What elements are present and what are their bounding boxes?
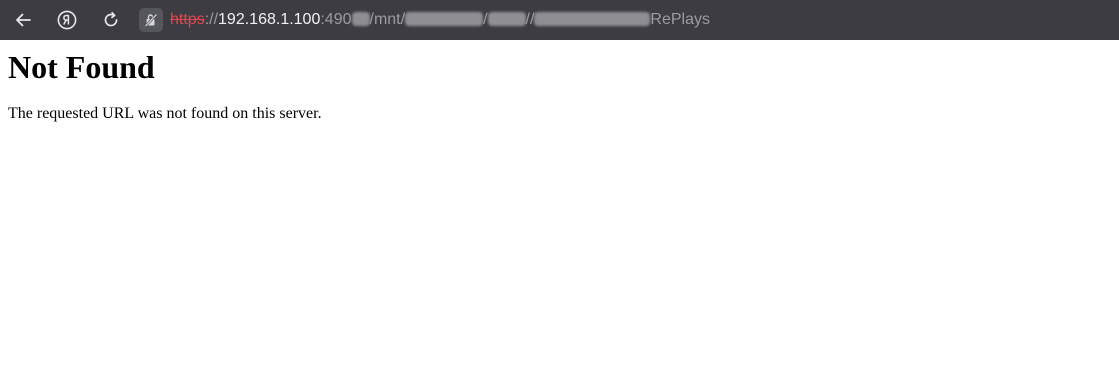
error-message: The requested URL was not found on this …	[8, 105, 322, 122]
url-separator: ://	[204, 11, 219, 28]
redacted-text	[534, 12, 651, 26]
back-button[interactable]	[9, 6, 37, 34]
redacted-text	[487, 12, 526, 26]
browser-toolbar: https://192.168.1.100:490/mnt////RePlays	[0, 0, 1119, 40]
page-content: Not Found The requested URL was not foun…	[0, 40, 1119, 391]
site-info-button[interactable]	[139, 8, 163, 32]
yandex-button[interactable]	[53, 6, 81, 34]
url-host: 192.168.1.100	[218, 11, 321, 28]
url-port: :490	[320, 11, 352, 28]
insecure-lock-icon	[144, 13, 158, 27]
url-path: //	[525, 11, 535, 28]
reload-button[interactable]	[97, 6, 125, 34]
yandex-logo-icon	[57, 10, 77, 30]
address-bar-url[interactable]: https://192.168.1.100:490/mnt////RePlays	[170, 0, 710, 40]
arrow-left-icon	[16, 13, 31, 27]
reload-icon	[104, 11, 118, 27]
page-title: Not Found	[8, 49, 155, 85]
redacted-text	[351, 12, 370, 26]
url-path: /mnt/	[369, 11, 406, 28]
url-scheme: https	[170, 11, 205, 28]
redacted-text	[405, 12, 484, 26]
url-path: /	[483, 11, 488, 28]
url-path-end: RePlays	[650, 11, 710, 28]
